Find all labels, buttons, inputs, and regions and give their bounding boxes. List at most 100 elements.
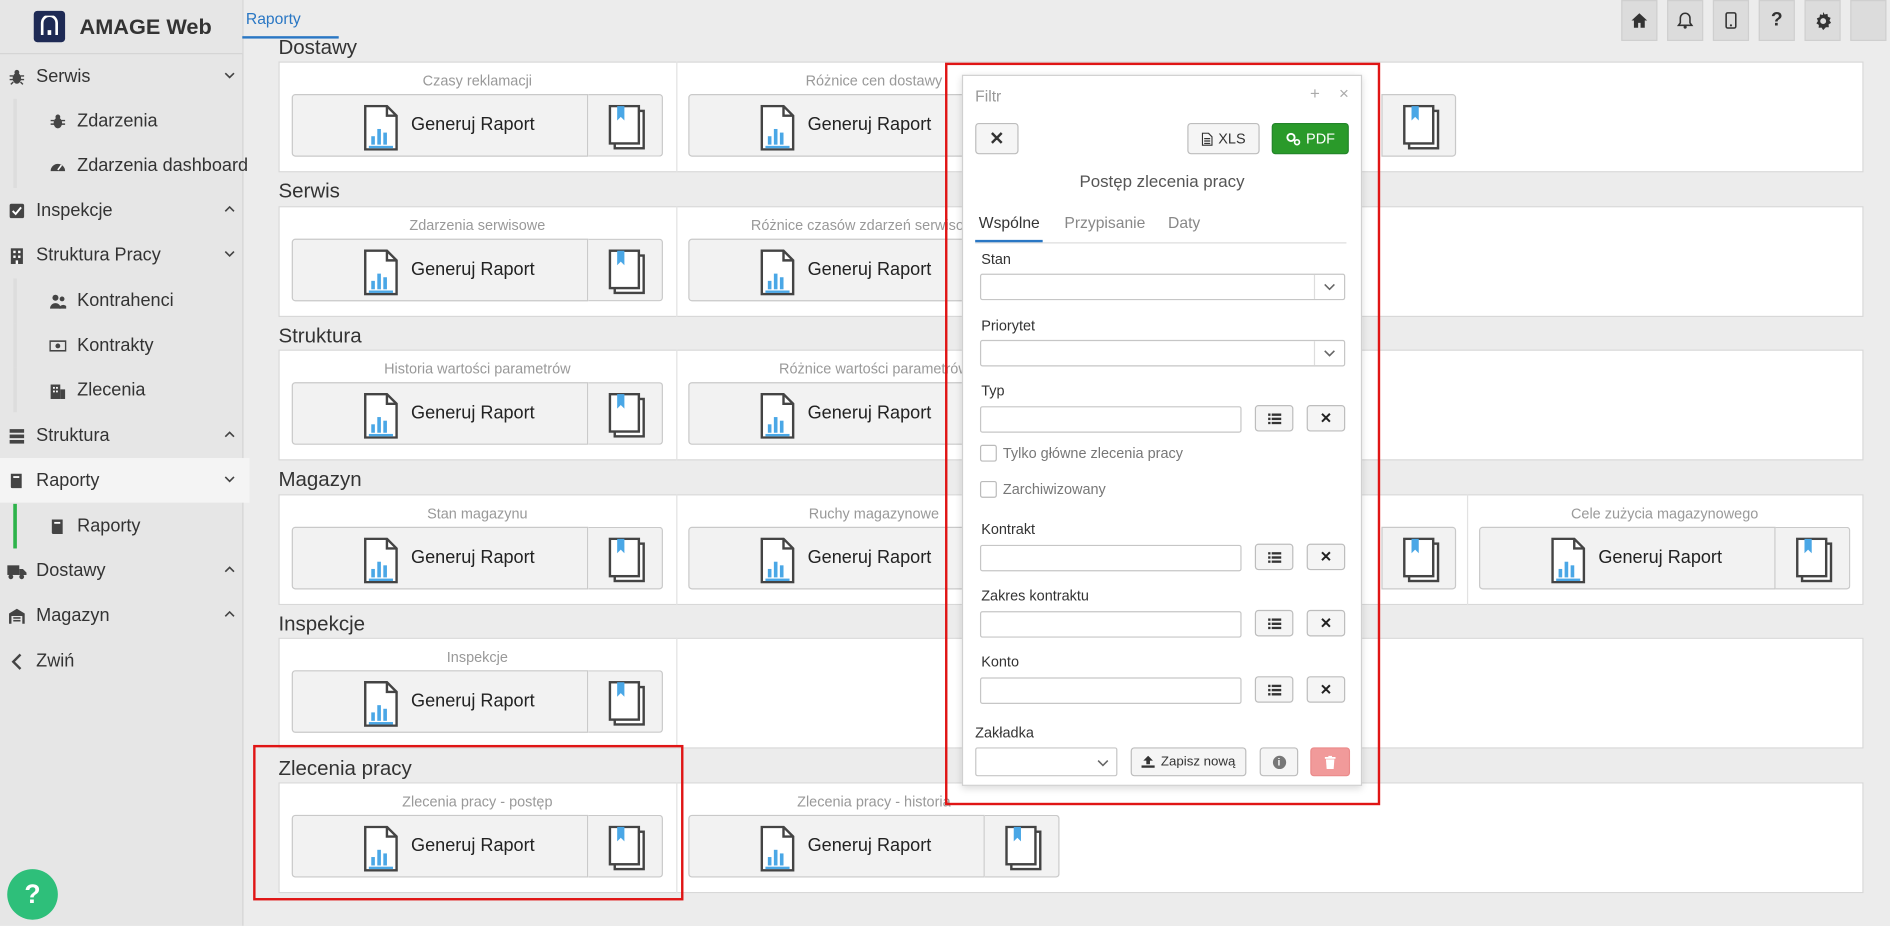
- archived-checkbox[interactable]: [979, 480, 997, 498]
- plus-icon[interactable]: +: [1310, 83, 1320, 102]
- stan-select[interactable]: [979, 273, 1346, 301]
- tab-wspolne[interactable]: Wspólne: [979, 213, 1040, 231]
- bookmarks-button[interactable]: [1381, 526, 1457, 590]
- help-button[interactable]: ?: [1758, 0, 1795, 41]
- extra-topbar-button[interactable]: [1850, 0, 1887, 41]
- report-chart-icon: [364, 537, 398, 584]
- sidebar-item-label: Dostawy: [36, 560, 106, 582]
- generate-report-label: Generuj Raport: [411, 259, 535, 280]
- sidebar-item-label: Zdarzenia: [77, 110, 158, 132]
- kontrakt-clear-button[interactable]: ✕: [1306, 543, 1346, 571]
- sidebar-item-zlecenia[interactable]: Zlecenia: [13, 367, 273, 413]
- kontrakt-input[interactable]: [979, 544, 1242, 572]
- column-divider: [676, 494, 678, 606]
- dialog-title: Filtr: [975, 86, 1002, 105]
- generate-report-button[interactable]: Generuj Raport: [688, 238, 985, 302]
- sidebar-item-kontrakty[interactable]: Kontrakty: [13, 323, 273, 368]
- mobile-button[interactable]: [1712, 0, 1750, 41]
- home-icon: [1631, 13, 1648, 28]
- home-button[interactable]: [1621, 0, 1658, 41]
- archived-checkbox-row[interactable]: Zarchiwizowany: [979, 480, 1106, 498]
- report-card-title: Historia wartości parametrów: [384, 360, 571, 378]
- typ-clear-button[interactable]: ✕: [1306, 405, 1346, 432]
- cancel-button[interactable]: ✕: [975, 122, 1019, 155]
- sidebar-collapse[interactable]: Zwiń: [0, 639, 250, 684]
- list-icon: [7, 426, 26, 445]
- konto-input[interactable]: [979, 677, 1242, 704]
- generate-report-button[interactable]: Generuj Raport: [291, 526, 589, 590]
- save-new-bookmark-button[interactable]: Zapisz nową: [1130, 747, 1247, 777]
- generate-report-button[interactable]: Generuj Raport: [1479, 526, 1776, 590]
- zakres-input[interactable]: [979, 611, 1242, 638]
- typ-input[interactable]: [979, 406, 1242, 433]
- dashboard-gauge-icon: [48, 156, 67, 175]
- close-icon[interactable]: ×: [1339, 83, 1349, 102]
- money-bill-icon: [48, 336, 67, 355]
- generate-report-button[interactable]: Generuj Raport: [291, 238, 589, 302]
- sidebar-item-magazyn[interactable]: Magazyn: [0, 593, 250, 638]
- x-icon: ✕: [989, 128, 1005, 150]
- report-card: Stan magazynu Generuj Raport: [291, 495, 663, 591]
- generate-report-label: Generuj Raport: [807, 547, 932, 568]
- xls-button[interactable]: XLS: [1187, 122, 1260, 155]
- chevron-up-icon: [224, 205, 235, 212]
- brand[interactable]: AMAGE Web: [0, 0, 243, 55]
- only-main-label: Tylko główne zlecenia pracy: [1002, 444, 1184, 462]
- kontrakt-list-button[interactable]: [1254, 543, 1294, 571]
- priorytet-select[interactable]: [979, 339, 1346, 367]
- bookmark-report-icon: [608, 537, 645, 583]
- sidebar-item-serwis[interactable]: Serwis: [0, 54, 250, 99]
- bookmarks-button[interactable]: [1775, 526, 1851, 590]
- priorytet-label: Priorytet: [981, 317, 1036, 334]
- bookmarks-button[interactable]: [588, 238, 663, 302]
- bookmarks-button[interactable]: [588, 94, 663, 157]
- pdf-label: PDF: [1306, 130, 1335, 148]
- sidebar-item-raporty[interactable]: Raporty: [0, 458, 250, 503]
- zakres-list-button[interactable]: [1254, 609, 1294, 637]
- only-main-checkbox-row[interactable]: Tylko główne zlecenia pracy: [979, 444, 1184, 462]
- konto-clear-button[interactable]: ✕: [1306, 676, 1346, 703]
- bookmarks-button[interactable]: [984, 814, 1060, 878]
- sidebar-item-zdarzenia[interactable]: Zdarzenia: [13, 98, 273, 144]
- section-title: Inspekcje: [278, 612, 366, 636]
- typ-list-button[interactable]: [1254, 405, 1294, 432]
- bookmarks-button[interactable]: [588, 526, 663, 590]
- generate-report-button[interactable]: Generuj Raport: [291, 670, 589, 733]
- only-main-checkbox[interactable]: [979, 444, 997, 462]
- x-icon: ✕: [1319, 681, 1333, 698]
- bookmarks-button[interactable]: [1381, 94, 1457, 157]
- generate-report-button[interactable]: Generuj Raport: [688, 94, 985, 157]
- generate-report-button[interactable]: Generuj Raport: [291, 94, 589, 157]
- sidebar-item-inspekcje[interactable]: Inspekcje: [0, 188, 250, 233]
- notifications-button[interactable]: [1667, 0, 1704, 41]
- bookmarks-button[interactable]: [588, 670, 663, 733]
- bookmark-info-button[interactable]: i: [1259, 747, 1299, 777]
- generate-report-button[interactable]: Generuj Raport: [688, 814, 985, 878]
- report-chart-icon: [364, 681, 398, 727]
- sidebar-item-raporty-sub[interactable]: Raporty: [13, 503, 273, 549]
- bookmark-delete-button[interactable]: [1310, 747, 1351, 777]
- help-fab-button[interactable]: ?: [7, 869, 58, 920]
- sidebar-item-zdarzenia-dashboard[interactable]: Zdarzenia dashboard: [13, 143, 273, 189]
- sidebar-item-struktura-pracy[interactable]: Struktura Pracy: [0, 233, 250, 278]
- tab-daty[interactable]: Daty: [1168, 213, 1200, 231]
- warehouse-icon: [7, 606, 26, 625]
- sidebar-item-dostawy[interactable]: Dostawy: [0, 548, 250, 593]
- tab-przypisanie[interactable]: Przypisanie: [1064, 213, 1145, 231]
- bookmarks-button[interactable]: [588, 382, 663, 445]
- sidebar-item-struktura[interactable]: Struktura: [0, 413, 250, 458]
- sidebar-item-label: Struktura: [36, 425, 110, 446]
- generate-report-button[interactable]: Generuj Raport: [291, 382, 589, 445]
- zakres-clear-button[interactable]: ✕: [1306, 609, 1346, 637]
- konto-list-button[interactable]: [1254, 676, 1294, 703]
- pdf-button[interactable]: PDF: [1271, 122, 1349, 155]
- sidebar-item-kontrahenci[interactable]: Kontrahenci: [13, 278, 273, 324]
- report-card-title: Inspekcje: [446, 648, 508, 666]
- report-chart-icon: [760, 825, 795, 872]
- generate-report-button[interactable]: Generuj Raport: [688, 526, 985, 590]
- breadcrumb-current[interactable]: Raporty: [246, 10, 301, 28]
- zakladka-select[interactable]: [975, 747, 1118, 777]
- generate-report-button[interactable]: Generuj Raport: [688, 382, 985, 445]
- list-icon: [1267, 551, 1281, 563]
- settings-button[interactable]: [1804, 0, 1841, 41]
